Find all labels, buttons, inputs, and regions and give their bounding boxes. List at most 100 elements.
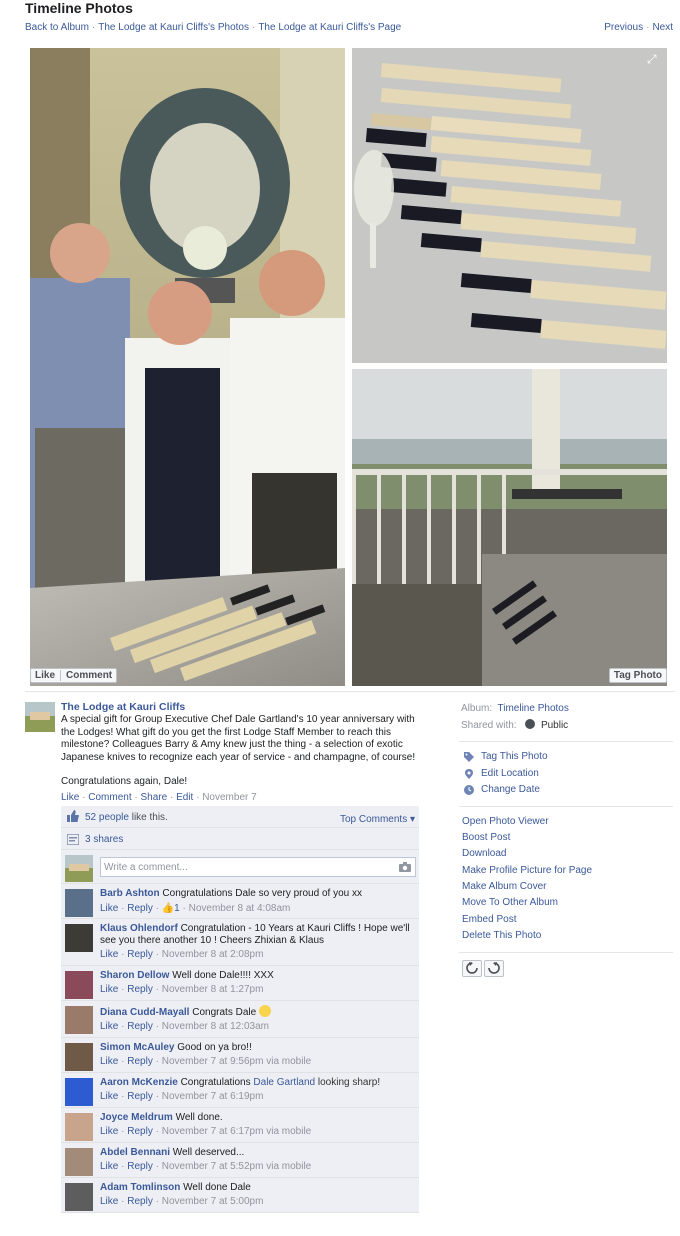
- top-comments-dropdown[interactable]: Top Comments ▾: [340, 814, 415, 825]
- commenter-avatar[interactable]: [65, 1182, 93, 1211]
- comment-likes-count[interactable]: 👍1: [162, 903, 180, 914]
- tag-this-photo-link[interactable]: Tag This Photo: [461, 749, 673, 766]
- camera-icon[interactable]: [399, 862, 411, 872]
- comment-like-link[interactable]: Like: [100, 1091, 118, 1102]
- globe-icon: [525, 719, 536, 729]
- commenter-name-link[interactable]: Adam Tomlinson: [100, 1182, 180, 1193]
- breadcrumb-photos[interactable]: The Lodge at Kauri Cliffs's Photos: [98, 22, 249, 33]
- photo-stage[interactable]: ⤢ Like Comment Tag Photo: [27, 44, 673, 690]
- change-date-link[interactable]: Change Date: [461, 782, 673, 799]
- next-link[interactable]: Next: [652, 22, 673, 33]
- post-edit-link[interactable]: Edit: [176, 792, 193, 803]
- comment-timestamp[interactable]: November 8 at 4:08am: [189, 903, 291, 914]
- download-link[interactable]: Download: [461, 846, 673, 862]
- breadcrumb-back-to-album[interactable]: Back to Album: [25, 22, 89, 33]
- write-comment-row: Write a comment...: [61, 850, 419, 884]
- post-date[interactable]: November 7: [202, 792, 256, 803]
- comment-mention-link[interactable]: Dale Gartland: [253, 1077, 315, 1088]
- post-comment-link[interactable]: Comment: [88, 792, 131, 803]
- commenter-avatar[interactable]: [65, 1005, 93, 1034]
- comment-timestamp[interactable]: November 7 at 5:52pm: [162, 1161, 264, 1172]
- comment-like-link[interactable]: Like: [100, 1056, 118, 1067]
- commenter-name-link[interactable]: Aaron McKenzie: [100, 1077, 178, 1088]
- comment-like-link[interactable]: Like: [100, 984, 118, 995]
- comment-body: Diana Cudd-Mayall Congrats Dale Like · R…: [100, 1001, 419, 1037]
- likes-count-link[interactable]: 52 people: [85, 812, 129, 823]
- commenter-name-link[interactable]: Joyce Meldrum: [100, 1112, 173, 1123]
- photo-like-button[interactable]: Like: [35, 670, 62, 681]
- comment-like-link[interactable]: Like: [100, 1161, 118, 1172]
- comment-timestamp[interactable]: November 8 at 12:03am: [162, 1021, 269, 1032]
- comment-like-link[interactable]: Like: [100, 1196, 118, 1207]
- comment-reply-link[interactable]: Reply: [127, 1091, 153, 1102]
- comment-timestamp[interactable]: November 7 at 9:56pm: [162, 1056, 264, 1067]
- commenter-avatar[interactable]: [65, 889, 93, 917]
- photo-comment-button[interactable]: Comment: [61, 670, 112, 681]
- commenter-avatar[interactable]: [65, 970, 93, 999]
- comment-input[interactable]: Write a comment...: [100, 857, 416, 877]
- shares-count-link[interactable]: 3 shares: [85, 834, 123, 845]
- commenter-name-link[interactable]: Klaus Ohlendorf: [100, 923, 178, 934]
- commenter-name-link[interactable]: Abdel Bennani: [100, 1147, 170, 1158]
- open-photo-viewer-link[interactable]: Open Photo Viewer: [461, 814, 673, 830]
- commenter-name-link[interactable]: Simon McAuley: [100, 1042, 174, 1053]
- likes-count: 52 people like this.: [85, 812, 168, 823]
- privacy-value[interactable]: Public: [541, 720, 568, 731]
- comment-timestamp[interactable]: November 8 at 1:27pm: [162, 984, 264, 995]
- move-to-other-album-link[interactable]: Move To Other Album: [461, 895, 673, 911]
- comment-reply-link[interactable]: Reply: [127, 903, 153, 914]
- post-share-link[interactable]: Share: [141, 792, 168, 803]
- comment-like-link[interactable]: Like: [100, 903, 118, 914]
- comment-reply-link[interactable]: Reply: [127, 984, 153, 995]
- commenter-avatar[interactable]: [65, 1112, 93, 1141]
- comment-timestamp[interactable]: November 8 at 2:08pm: [162, 949, 264, 960]
- commenter-name-link[interactable]: Barb Ashton: [100, 888, 160, 899]
- edit-location-link[interactable]: Edit Location: [461, 766, 673, 783]
- post-author-link[interactable]: The Lodge at Kauri Cliffs: [61, 700, 421, 714]
- privacy-line: Shared with: Public: [461, 719, 569, 731]
- post-like-link[interactable]: Like: [61, 792, 79, 803]
- comment-item: Barb Ashton Congratulations Dale so very…: [61, 884, 419, 919]
- photo-balcony-view: [352, 369, 667, 686]
- rotate-controls: [462, 959, 673, 977]
- previous-link[interactable]: Previous: [604, 22, 643, 33]
- comment-like-link[interactable]: Like: [100, 1021, 118, 1032]
- comment-like-link[interactable]: Like: [100, 1126, 118, 1137]
- likes-row: 52 people like this. Top Comments ▾: [61, 806, 419, 828]
- make-album-cover-link[interactable]: Make Album Cover: [461, 879, 673, 895]
- commenter-avatar[interactable]: [65, 1042, 93, 1071]
- comment-text: Congratulations Dale so very proud of yo…: [162, 888, 362, 899]
- comment-reply-link[interactable]: Reply: [127, 1161, 153, 1172]
- album-link[interactable]: Timeline Photos: [498, 703, 569, 714]
- comment-item: Abdel Bennani Well deserved... Like · Rep…: [61, 1143, 419, 1178]
- comment-item: Adam Tomlinson Well done Dale Like · Repl…: [61, 1178, 419, 1213]
- embed-post-link[interactable]: Embed Post: [461, 912, 673, 928]
- comment-item: Sharon Dellow Well done Dale!!!! XXX Like…: [61, 966, 419, 1001]
- comment-timestamp[interactable]: November 7 at 6:19pm: [162, 1091, 264, 1102]
- page-avatar[interactable]: [25, 702, 55, 732]
- delete-photo-link[interactable]: Delete This Photo: [461, 928, 673, 944]
- comment-reply-link[interactable]: Reply: [127, 1056, 153, 1067]
- boost-post-link[interactable]: Boost Post: [461, 830, 673, 846]
- comment-reply-link[interactable]: Reply: [127, 1126, 153, 1137]
- rotate-right-button[interactable]: [484, 959, 504, 977]
- commenter-avatar[interactable]: [65, 924, 93, 952]
- breadcrumb-page[interactable]: The Lodge at Kauri Cliffs's Page: [258, 22, 401, 33]
- photo-group-portrait: [30, 48, 345, 686]
- rotate-left-button[interactable]: [462, 959, 482, 977]
- make-profile-picture-link[interactable]: Make Profile Picture for Page: [461, 863, 673, 879]
- comment-timestamp[interactable]: November 7 at 5:00pm: [162, 1196, 264, 1207]
- commenter-avatar[interactable]: [65, 1147, 93, 1176]
- comment-reply-link[interactable]: Reply: [127, 1196, 153, 1207]
- comment-like-link[interactable]: Like: [100, 949, 118, 960]
- expand-icon[interactable]: ⤢: [647, 52, 661, 66]
- comments-panel: 52 people like this. Top Comments ▾ 3 sh…: [61, 806, 419, 1213]
- tag-photo-button[interactable]: Tag Photo: [608, 668, 667, 683]
- comment-reply-link[interactable]: Reply: [127, 1021, 153, 1032]
- commenter-name-link[interactable]: Diana Cudd-Mayall: [100, 1007, 189, 1018]
- commenter-avatar[interactable]: [65, 1077, 93, 1106]
- comment-timestamp[interactable]: November 7 at 6:17pm: [162, 1126, 264, 1137]
- commenter-name-link[interactable]: Sharon Dellow: [100, 970, 169, 981]
- comment-text: Well deserved...: [172, 1146, 245, 1158]
- comment-reply-link[interactable]: Reply: [127, 949, 153, 960]
